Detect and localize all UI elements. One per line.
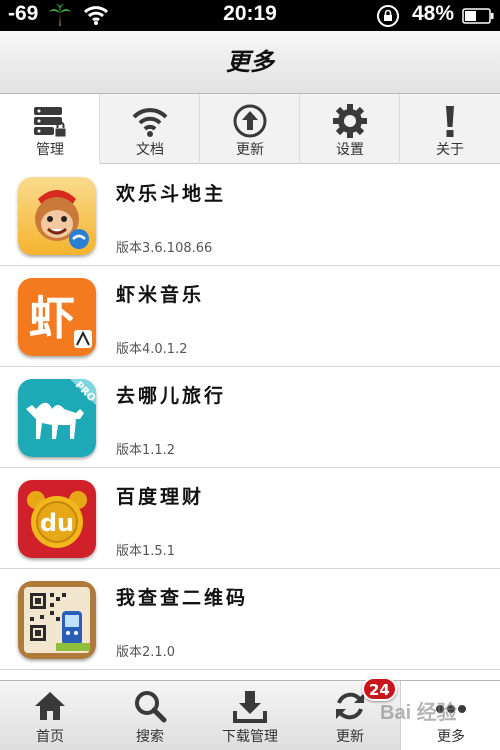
list-item-baidu-licai[interactable]: du 百度理财 版本1.5.1 bbox=[0, 468, 500, 569]
app-name: 欢乐斗地主 bbox=[116, 183, 227, 205]
app-version: 版本1.5.1 bbox=[116, 544, 176, 559]
app-version: 版本1.1.2 bbox=[116, 443, 176, 458]
nav-downloads[interactable]: 下载管理 bbox=[200, 681, 300, 750]
server-lock-icon bbox=[34, 107, 67, 138]
app-version: 版本4.0.1.2 bbox=[116, 342, 188, 357]
app-name: 百度理财 bbox=[116, 486, 205, 508]
status-bar: -69 20:19 48% bbox=[0, 0, 500, 31]
exclamation-icon bbox=[446, 106, 454, 137]
tab-settings-label: 设置 bbox=[336, 142, 364, 158]
app-name: 虾米音乐 bbox=[116, 284, 205, 306]
app-list: 欢乐斗地主 版本3.6.108.66 虾 虾米音乐 版本4.0.1.2 PRO … bbox=[0, 165, 500, 670]
nav-home-label: 首页 bbox=[36, 729, 64, 745]
baidu-icon-glyph: du bbox=[40, 509, 74, 537]
refresh-icon bbox=[336, 692, 364, 720]
gear-icon bbox=[333, 104, 367, 138]
battery-icon bbox=[462, 8, 494, 24]
tab-manage[interactable]: 管理 bbox=[0, 94, 100, 164]
tab-manage-label: 管理 bbox=[36, 142, 64, 158]
tab-settings[interactable]: 设置 bbox=[300, 94, 400, 164]
nav-more-label: 更多 bbox=[437, 729, 465, 745]
nav-search[interactable]: 搜索 bbox=[100, 681, 200, 750]
page-title: 更多 bbox=[0, 31, 500, 94]
list-item-qr-scanner[interactable]: 我查查二维码 版本2.1.0 bbox=[0, 569, 500, 670]
nav-search-label: 搜索 bbox=[136, 729, 164, 745]
tab-about[interactable]: 关于 bbox=[400, 94, 500, 164]
management-tabs: 管理 文档 更新 设置 关于 bbox=[0, 94, 500, 164]
qunar-app-icon: PRO bbox=[18, 379, 96, 457]
nav-downloads-label: 下载管理 bbox=[222, 729, 278, 745]
nav-home[interactable]: 首页 bbox=[0, 681, 100, 750]
xiami-icon-glyph: 虾 bbox=[29, 291, 75, 345]
search-icon bbox=[135, 691, 167, 723]
app-name: 我查查二维码 bbox=[116, 587, 249, 609]
upload-arrow-icon bbox=[233, 104, 267, 138]
nav-updates-label: 更新 bbox=[336, 729, 364, 745]
watermark: Bai 经验 bbox=[380, 702, 457, 724]
baidu-licai-app-icon: du bbox=[18, 480, 96, 558]
app-version: 版本2.1.0 bbox=[116, 645, 176, 660]
app-version: 版本3.6.108.66 bbox=[116, 241, 213, 256]
list-item-xiami[interactable]: 虾 虾米音乐 版本4.0.1.2 bbox=[0, 266, 500, 367]
list-item-qunar[interactable]: PRO 去哪儿旅行 版本1.1.2 bbox=[0, 367, 500, 468]
home-icon bbox=[35, 692, 65, 720]
battery-percent: 48% bbox=[412, 2, 455, 25]
wifi-icon bbox=[132, 108, 168, 137]
list-item-doudizhu[interactable]: 欢乐斗地主 版本3.6.108.66 bbox=[0, 165, 500, 266]
tab-update-label: 更新 bbox=[236, 142, 264, 158]
download-icon bbox=[233, 691, 267, 723]
app-name: 去哪儿旅行 bbox=[116, 385, 227, 407]
tab-update[interactable]: 更新 bbox=[200, 94, 300, 164]
doudizhu-app-icon bbox=[18, 177, 96, 255]
tab-about-label: 关于 bbox=[436, 142, 464, 158]
qr-scanner-app-icon bbox=[18, 581, 96, 659]
tab-documents[interactable]: 文档 bbox=[100, 94, 200, 164]
tab-documents-label: 文档 bbox=[136, 142, 164, 158]
xiami-app-icon: 虾 bbox=[18, 278, 96, 356]
rotation-lock-icon bbox=[377, 5, 399, 27]
